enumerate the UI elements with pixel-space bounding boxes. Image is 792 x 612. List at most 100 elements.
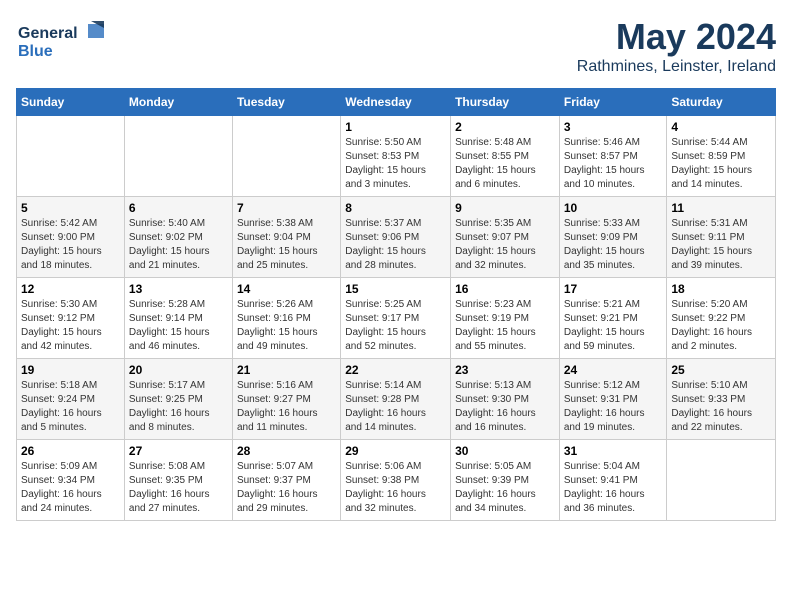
day-number: 3 xyxy=(564,120,663,134)
day-header-sunday: Sunday xyxy=(17,89,125,116)
calendar-cell: 22Sunrise: 5:14 AM Sunset: 9:28 PM Dayli… xyxy=(341,359,451,440)
day-number: 14 xyxy=(237,282,336,296)
day-header-friday: Friday xyxy=(559,89,667,116)
day-number: 7 xyxy=(237,201,336,215)
day-info: Sunrise: 5:05 AM Sunset: 9:39 PM Dayligh… xyxy=(455,460,555,516)
day-info: Sunrise: 5:46 AM Sunset: 8:57 PM Dayligh… xyxy=(564,136,663,192)
day-info: Sunrise: 5:30 AM Sunset: 9:12 PM Dayligh… xyxy=(21,298,120,354)
day-info: Sunrise: 5:07 AM Sunset: 9:37 PM Dayligh… xyxy=(237,460,336,516)
calendar-cell: 19Sunrise: 5:18 AM Sunset: 9:24 PM Dayli… xyxy=(17,359,125,440)
day-info: Sunrise: 5:31 AM Sunset: 9:11 PM Dayligh… xyxy=(671,217,771,273)
calendar-cell xyxy=(17,116,125,197)
day-info: Sunrise: 5:23 AM Sunset: 9:19 PM Dayligh… xyxy=(455,298,555,354)
day-number: 24 xyxy=(564,363,663,377)
calendar-cell: 7 Sunrise: 5:38 AM Sunset: 9:04 PM Daylig… xyxy=(232,197,340,278)
day-number: 13 xyxy=(129,282,228,296)
day-number: 28 xyxy=(237,444,336,458)
day-number: 6 xyxy=(129,201,228,215)
day-number: 17 xyxy=(564,282,663,296)
day-info: Sunrise: 5:17 AM Sunset: 9:25 PM Dayligh… xyxy=(129,379,228,435)
day-info: Sunrise: 5:28 AM Sunset: 9:14 PM Dayligh… xyxy=(129,298,228,354)
calendar-subtitle: Rathmines, Leinster, Ireland xyxy=(577,58,776,76)
logo: General Blue xyxy=(16,16,106,61)
header: General Blue May 2024 Rathmines, Leinste… xyxy=(16,16,776,76)
calendar-cell: 4 Sunrise: 5:44 AM Sunset: 8:59 PM Daylig… xyxy=(667,116,776,197)
day-number: 10 xyxy=(564,201,663,215)
calendar-cell xyxy=(124,116,232,197)
calendar-cell: 30 Sunrise: 5:05 AM Sunset: 9:39 PM Dayli… xyxy=(451,440,560,521)
day-number: 2 xyxy=(455,120,555,134)
day-header-tuesday: Tuesday xyxy=(232,89,340,116)
day-number: 4 xyxy=(671,120,771,134)
day-number: 15 xyxy=(345,282,446,296)
week-row-3: 12 Sunrise: 5:30 AM Sunset: 9:12 PM Dayli… xyxy=(17,278,776,359)
calendar-cell: 3 Sunrise: 5:46 AM Sunset: 8:57 PM Daylig… xyxy=(559,116,667,197)
day-number: 8 xyxy=(345,201,446,215)
day-info: Sunrise: 5:50 AM Sunset: 8:53 PM Dayligh… xyxy=(345,136,446,192)
calendar-table: SundayMondayTuesdayWednesdayThursdayFrid… xyxy=(16,88,776,521)
day-info: Sunrise: 5:12 AM Sunset: 9:31 PM Dayligh… xyxy=(564,379,663,435)
logo-svg: General Blue xyxy=(16,16,106,61)
day-header-monday: Monday xyxy=(124,89,232,116)
calendar-cell: 18Sunrise: 5:20 AM Sunset: 9:22 PM Dayli… xyxy=(667,278,776,359)
day-info: Sunrise: 5:06 AM Sunset: 9:38 PM Dayligh… xyxy=(345,460,446,516)
calendar-cell: 10 Sunrise: 5:33 AM Sunset: 9:09 PM Dayli… xyxy=(559,197,667,278)
day-info: Sunrise: 5:16 AM Sunset: 9:27 PM Dayligh… xyxy=(237,379,336,435)
day-number: 25 xyxy=(671,363,771,377)
calendar-cell xyxy=(232,116,340,197)
day-info: Sunrise: 5:33 AM Sunset: 9:09 PM Dayligh… xyxy=(564,217,663,273)
calendar-cell: 14Sunrise: 5:26 AM Sunset: 9:16 PM Dayli… xyxy=(232,278,340,359)
calendar-cell: 25Sunrise: 5:10 AM Sunset: 9:33 PM Dayli… xyxy=(667,359,776,440)
day-info: Sunrise: 5:25 AM Sunset: 9:17 PM Dayligh… xyxy=(345,298,446,354)
header-row: SundayMondayTuesdayWednesdayThursdayFrid… xyxy=(17,89,776,116)
calendar-cell: 24 Sunrise: 5:12 AM Sunset: 9:31 PM Dayli… xyxy=(559,359,667,440)
day-number: 12 xyxy=(21,282,120,296)
day-info: Sunrise: 5:42 AM Sunset: 9:00 PM Dayligh… xyxy=(21,217,120,273)
day-number: 9 xyxy=(455,201,555,215)
day-number: 1 xyxy=(345,120,446,134)
calendar-cell: 1 Sunrise: 5:50 AM Sunset: 8:53 PM Daylig… xyxy=(341,116,451,197)
day-number: 21 xyxy=(237,363,336,377)
calendar-cell: 29Sunrise: 5:06 AM Sunset: 9:38 PM Dayli… xyxy=(341,440,451,521)
day-info: Sunrise: 5:09 AM Sunset: 9:34 PM Dayligh… xyxy=(21,460,120,516)
calendar-cell xyxy=(667,440,776,521)
calendar-cell: 12 Sunrise: 5:30 AM Sunset: 9:12 PM Dayli… xyxy=(17,278,125,359)
svg-text:General: General xyxy=(18,25,78,42)
day-info: Sunrise: 5:21 AM Sunset: 9:21 PM Dayligh… xyxy=(564,298,663,354)
calendar-title: May 2024 xyxy=(577,16,776,58)
day-info: Sunrise: 5:20 AM Sunset: 9:22 PM Dayligh… xyxy=(671,298,771,354)
day-number: 30 xyxy=(455,444,555,458)
calendar-cell: 17 Sunrise: 5:21 AM Sunset: 9:21 PM Dayli… xyxy=(559,278,667,359)
calendar-cell: 31Sunrise: 5:04 AM Sunset: 9:41 PM Dayli… xyxy=(559,440,667,521)
day-info: Sunrise: 5:48 AM Sunset: 8:55 PM Dayligh… xyxy=(455,136,555,192)
calendar-cell: 20 Sunrise: 5:17 AM Sunset: 9:25 PM Dayli… xyxy=(124,359,232,440)
calendar-cell: 28 Sunrise: 5:07 AM Sunset: 9:37 PM Dayli… xyxy=(232,440,340,521)
week-row-4: 19Sunrise: 5:18 AM Sunset: 9:24 PM Dayli… xyxy=(17,359,776,440)
day-info: Sunrise: 5:14 AM Sunset: 9:28 PM Dayligh… xyxy=(345,379,446,435)
calendar-cell: 8 Sunrise: 5:37 AM Sunset: 9:06 PM Daylig… xyxy=(341,197,451,278)
day-header-wednesday: Wednesday xyxy=(341,89,451,116)
calendar-cell: 2 Sunrise: 5:48 AM Sunset: 8:55 PM Daylig… xyxy=(451,116,560,197)
day-number: 19 xyxy=(21,363,120,377)
day-info: Sunrise: 5:13 AM Sunset: 9:30 PM Dayligh… xyxy=(455,379,555,435)
calendar-cell: 26 Sunrise: 5:09 AM Sunset: 9:34 PM Dayli… xyxy=(17,440,125,521)
day-header-saturday: Saturday xyxy=(667,89,776,116)
week-row-2: 5 Sunrise: 5:42 AM Sunset: 9:00 PM Daylig… xyxy=(17,197,776,278)
day-number: 5 xyxy=(21,201,120,215)
calendar-cell: 15 Sunrise: 5:25 AM Sunset: 9:17 PM Dayli… xyxy=(341,278,451,359)
calendar-cell: 16Sunrise: 5:23 AM Sunset: 9:19 PM Dayli… xyxy=(451,278,560,359)
calendar-cell: 11 Sunrise: 5:31 AM Sunset: 9:11 PM Dayli… xyxy=(667,197,776,278)
day-info: Sunrise: 5:35 AM Sunset: 9:07 PM Dayligh… xyxy=(455,217,555,273)
day-number: 26 xyxy=(21,444,120,458)
week-row-1: 1 Sunrise: 5:50 AM Sunset: 8:53 PM Daylig… xyxy=(17,116,776,197)
week-row-5: 26 Sunrise: 5:09 AM Sunset: 9:34 PM Dayli… xyxy=(17,440,776,521)
calendar-cell: 6 Sunrise: 5:40 AM Sunset: 9:02 PM Daylig… xyxy=(124,197,232,278)
day-info: Sunrise: 5:44 AM Sunset: 8:59 PM Dayligh… xyxy=(671,136,771,192)
day-info: Sunrise: 5:37 AM Sunset: 9:06 PM Dayligh… xyxy=(345,217,446,273)
day-info: Sunrise: 5:08 AM Sunset: 9:35 PM Dayligh… xyxy=(129,460,228,516)
day-number: 11 xyxy=(671,201,771,215)
day-number: 20 xyxy=(129,363,228,377)
day-number: 31 xyxy=(564,444,663,458)
day-info: Sunrise: 5:40 AM Sunset: 9:02 PM Dayligh… xyxy=(129,217,228,273)
day-info: Sunrise: 5:38 AM Sunset: 9:04 PM Dayligh… xyxy=(237,217,336,273)
